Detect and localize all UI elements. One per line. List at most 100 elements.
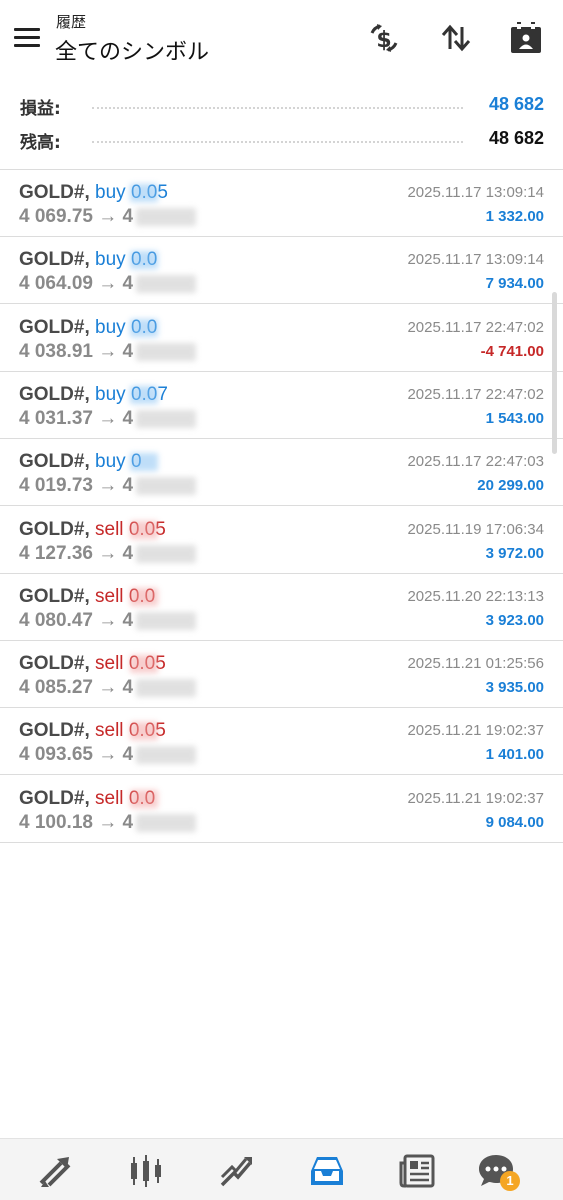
symbol-text: GOLD#, bbox=[19, 518, 90, 540]
trade-row[interactable]: GOLD#, sell 0.05 4 093.65 → 4 2025.11.21… bbox=[0, 708, 563, 776]
trade-side: sell bbox=[95, 518, 124, 540]
blurred-close-price bbox=[136, 544, 196, 563]
trade-prices: 4 031.37 → 4 bbox=[19, 408, 133, 430]
close-price: 4 bbox=[122, 407, 134, 429]
trade-icon[interactable] bbox=[216, 1151, 256, 1191]
bottom-nav: 1 bbox=[0, 1138, 563, 1200]
trade-profit: 1 401.00 bbox=[485, 746, 544, 764]
page-title[interactable]: 全てのシンボル bbox=[55, 34, 209, 66]
trade-profit: 1 543.00 bbox=[485, 409, 544, 427]
open-price: 4 085.27 bbox=[19, 677, 93, 699]
close-price: 4 bbox=[122, 609, 134, 631]
arrow-icon: → bbox=[98, 273, 118, 295]
open-price: 4 080.47 bbox=[19, 609, 93, 631]
arrow-icon: → bbox=[98, 677, 118, 699]
blurred-close-price bbox=[136, 342, 196, 361]
balance-label: 残高: bbox=[20, 133, 61, 153]
trade-profit: -4 741.00 bbox=[480, 342, 544, 360]
arrow-icon: → bbox=[98, 811, 118, 833]
close-price: 4 bbox=[122, 744, 134, 766]
arrow-icon: → bbox=[98, 407, 118, 429]
trade-profit: 3 935.00 bbox=[485, 679, 544, 697]
close-price: 4 bbox=[122, 273, 134, 295]
trade-prices: 4 127.36 → 4 bbox=[19, 543, 133, 565]
symbol-text: GOLD#, bbox=[19, 182, 90, 203]
blurred-close-price bbox=[136, 275, 196, 294]
scrollbar[interactable] bbox=[552, 292, 557, 454]
dotted-leader bbox=[92, 141, 463, 143]
blurred-close-price bbox=[136, 746, 196, 765]
blurred-close-price bbox=[136, 611, 196, 630]
messages-badge: 1 bbox=[500, 1171, 520, 1191]
blurred-volume bbox=[130, 251, 158, 270]
trade-row[interactable]: GOLD#, sell 0.05 4 085.27 → 4 2025.11.21… bbox=[0, 641, 563, 709]
open-price: 4 100.18 bbox=[19, 811, 93, 833]
trade-prices: 4 085.27 → 4 bbox=[19, 677, 133, 699]
trade-prices: 4 069.75 → 4 bbox=[19, 206, 133, 228]
menu-icon[interactable] bbox=[14, 26, 42, 50]
blurred-volume bbox=[130, 722, 158, 741]
blurred-volume bbox=[130, 655, 158, 674]
trade-prices: 4 064.09 → 4 bbox=[19, 273, 133, 295]
blurred-close-price bbox=[136, 409, 196, 428]
symbol-text: GOLD#, bbox=[19, 249, 90, 271]
symbol-text: GOLD#, bbox=[19, 585, 90, 607]
close-price: 4 bbox=[122, 206, 134, 227]
trade-time: 2025.11.17 22:47:03 bbox=[407, 453, 544, 471]
profit-label: 損益: bbox=[20, 99, 61, 119]
open-price: 4 019.73 bbox=[19, 475, 93, 497]
app-header: 履歴 全てのシンボル $ bbox=[0, 0, 563, 80]
open-price: 4 064.09 bbox=[19, 273, 93, 295]
sort-icon[interactable] bbox=[438, 20, 474, 56]
trade-side: buy bbox=[95, 249, 126, 271]
arrow-icon: → bbox=[98, 206, 118, 227]
blurred-volume bbox=[130, 520, 158, 539]
trade-side: buy bbox=[95, 383, 126, 405]
dotted-leader bbox=[92, 107, 463, 109]
trade-row[interactable]: GOLD#, buy 0.0 4 038.91 → 4 2025.11.17 2… bbox=[0, 305, 563, 372]
messages-icon[interactable]: 1 bbox=[476, 1151, 520, 1191]
trade-row[interactable]: GOLD#, buy 0 4 019.73 → 4 2025.11.17 22:… bbox=[0, 439, 563, 507]
news-icon[interactable] bbox=[397, 1151, 437, 1191]
calendar-icon[interactable] bbox=[508, 20, 544, 56]
blurred-close-price bbox=[136, 208, 196, 226]
trade-row[interactable]: GOLD#, sell 0.0 4 100.18 → 4 2025.11.21 … bbox=[0, 776, 563, 843]
trade-time: 2025.11.17 22:47:02 bbox=[407, 318, 544, 336]
trade-row[interactable]: GOLD#, buy 0.05 4 069.75 → 4 2025.11.17 … bbox=[0, 170, 563, 237]
trade-time: 2025.11.17 13:09:14 bbox=[407, 251, 544, 269]
symbol-text: GOLD#, bbox=[19, 653, 90, 675]
trade-row[interactable]: GOLD#, sell 0.05 4 127.36 → 4 2025.11.19… bbox=[0, 507, 563, 574]
quotes-icon[interactable] bbox=[35, 1151, 75, 1191]
arrow-icon: → bbox=[98, 744, 118, 766]
arrow-icon: → bbox=[98, 475, 118, 497]
close-price: 4 bbox=[122, 811, 134, 833]
balance-value: 48 682 bbox=[488, 128, 544, 148]
close-price: 4 bbox=[122, 475, 134, 497]
close-price: 4 bbox=[122, 677, 134, 699]
trade-row[interactable]: GOLD#, buy 0.0 4 064.09 → 4 2025.11.17 1… bbox=[0, 237, 563, 305]
trade-time: 2025.11.19 17:06:34 bbox=[407, 520, 544, 538]
history-icon[interactable] bbox=[307, 1151, 347, 1191]
trade-row[interactable]: GOLD#, buy 0.07 4 031.37 → 4 2025.11.17 … bbox=[0, 372, 563, 439]
blurred-volume bbox=[130, 453, 158, 472]
trade-time: 2025.11.17 22:47:02 bbox=[407, 385, 544, 403]
trade-profit: 3 923.00 bbox=[485, 611, 544, 629]
symbol-text: GOLD#, bbox=[19, 787, 90, 809]
trade-time: 2025.11.21 01:25:56 bbox=[407, 655, 544, 673]
open-price: 4 127.36 bbox=[19, 542, 93, 564]
currency-exchange-icon[interactable]: $ bbox=[366, 20, 402, 56]
trade-prices: 4 038.91 → 4 bbox=[19, 341, 133, 363]
blurred-volume bbox=[130, 184, 158, 202]
profit-row: 損益: 48 682 bbox=[0, 90, 563, 120]
blurred-close-price bbox=[136, 477, 196, 496]
chart-icon[interactable] bbox=[126, 1151, 166, 1191]
trade-prices: 4 100.18 → 4 bbox=[19, 812, 133, 834]
trade-profit: 3 972.00 bbox=[485, 544, 544, 562]
trade-row[interactable]: GOLD#, sell 0.0 4 080.47 → 4 2025.11.20 … bbox=[0, 574, 563, 641]
symbol-text: GOLD#, bbox=[19, 720, 90, 742]
trade-side: sell bbox=[95, 653, 124, 675]
trade-profit: 1 332.00 bbox=[485, 208, 544, 225]
trade-time: 2025.11.20 22:13:13 bbox=[407, 587, 544, 605]
trade-side: sell bbox=[95, 585, 124, 607]
trade-symbol: GOLD#, buy 0 bbox=[19, 451, 142, 473]
